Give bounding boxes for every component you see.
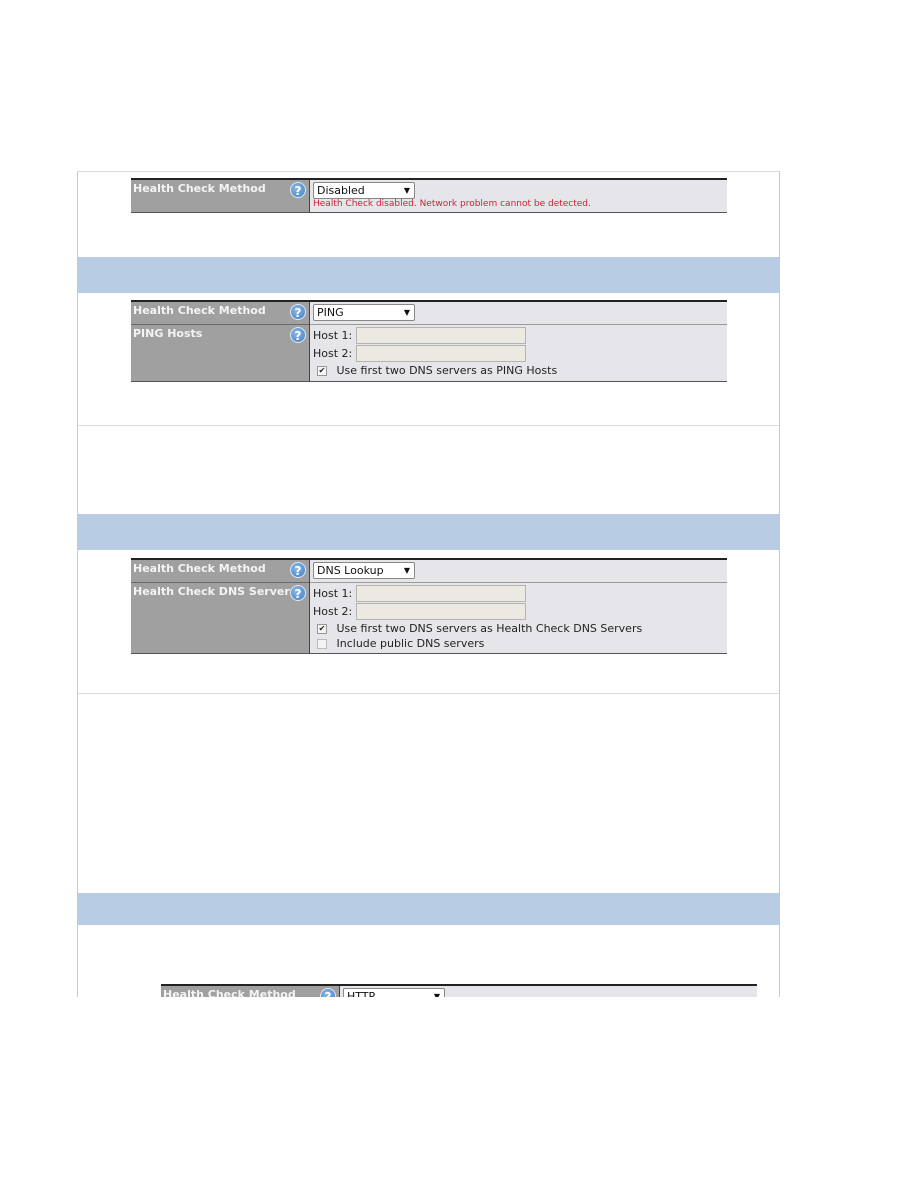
ping-hosts-label: PING Hosts: [133, 327, 203, 340]
health-check-method-label-cell: Health Check Method ?: [131, 559, 310, 583]
selected-option: PING: [317, 306, 344, 319]
selected-option: DNS Lookup: [317, 564, 384, 577]
health-check-method-select[interactable]: DNS Lookup ▼: [313, 562, 415, 579]
help-icon[interactable]: ?: [290, 182, 306, 198]
help-icon[interactable]: ?: [290, 585, 306, 601]
health-check-method-label-cell: Health Check Method ?: [131, 179, 310, 213]
use-dns-as-ping-hosts-checkbox[interactable]: ✔: [317, 366, 327, 376]
help-icon[interactable]: ?: [320, 988, 336, 997]
health-check-method-select[interactable]: Disabled ▼: [313, 182, 415, 199]
health-check-method-label: Health Check Method: [133, 562, 266, 575]
host1-input[interactable]: [355, 585, 526, 602]
use-dns-as-health-check-label: Use first two DNS servers as Health Chec…: [336, 622, 643, 635]
ping-hosts-label-cell: PING Hosts ?: [131, 324, 310, 382]
host2-input[interactable]: [355, 345, 526, 362]
section-separator-band: [78, 257, 779, 293]
host2-input[interactable]: [355, 603, 526, 620]
host1-input[interactable]: [355, 327, 526, 344]
health-check-dns-form: Health Check Method ? DNS Lookup ▼ Healt…: [131, 558, 727, 654]
health-check-method-value-cell: DNS Lookup ▼: [309, 559, 727, 583]
section-divider: [78, 425, 779, 426]
health-check-disabled-form: Health Check Method ? Disabled ▼ Health …: [131, 178, 727, 213]
use-dns-as-ping-hosts-row: ✔ Use first two DNS servers as PING Host…: [313, 363, 724, 378]
section-divider: [78, 693, 779, 694]
warning-message: Health Check disabled. Network problem c…: [313, 199, 591, 209]
host1-row: Host 1:: [313, 585, 724, 603]
host1-row: Host 1:: [313, 327, 724, 345]
dropdown-arrow-icon: ▼: [403, 186, 410, 195]
section-separator-band: [78, 893, 779, 925]
host2-row: Host 2:: [313, 345, 724, 363]
dns-servers-label: Health Check DNS Servers: [133, 585, 297, 598]
health-check-method-value-cell: PING ▼: [309, 301, 727, 325]
health-check-method-label-cell: Health Check Method ?: [131, 301, 310, 325]
host2-label: Host 2:: [313, 347, 353, 360]
selected-option: HTTP: [347, 990, 376, 997]
health-check-method-label: Health Check Method: [163, 988, 296, 997]
section-separator-band: [78, 514, 779, 550]
health-check-method-select[interactable]: HTTP ▼: [343, 988, 445, 997]
dns-servers-value-cell: Host 1: Host 2: ✔ Use first two DNS serv…: [309, 582, 727, 654]
ping-hosts-value-cell: Host 1: Host 2: ✔ Use first two DNS serv…: [309, 324, 727, 382]
use-dns-as-health-check-checkbox[interactable]: ✔: [317, 624, 327, 634]
include-public-dns-checkbox[interactable]: [317, 639, 327, 649]
use-dns-as-ping-hosts-label: Use first two DNS servers as PING Hosts: [336, 364, 558, 377]
host1-label: Host 1:: [313, 329, 353, 342]
dropdown-arrow-icon: ▼: [433, 992, 440, 997]
health-check-method-label: Health Check Method: [133, 304, 266, 317]
dropdown-arrow-icon: ▼: [403, 566, 410, 575]
health-check-method-select[interactable]: PING ▼: [313, 304, 415, 321]
help-icon[interactable]: ?: [290, 304, 306, 320]
health-check-method-value-cell: Disabled ▼ Health Check disabled. Networ…: [309, 179, 727, 213]
host2-label: Host 2:: [313, 605, 353, 618]
selected-option: Disabled: [317, 184, 365, 197]
dns-servers-label-cell: Health Check DNS Servers ?: [131, 582, 310, 654]
health-check-method-value-cell: HTTP ▼: [339, 985, 757, 997]
document-frame: Health Check Method ? Disabled ▼ Health …: [77, 171, 780, 997]
health-check-ping-form: Health Check Method ? PING ▼ PING Hosts …: [131, 300, 727, 382]
help-icon[interactable]: ?: [290, 562, 306, 578]
host1-label: Host 1:: [313, 587, 353, 600]
host2-row: Host 2:: [313, 603, 724, 621]
dropdown-arrow-icon: ▼: [403, 308, 410, 317]
health-check-http-form: Health Check Method ? HTTP ▼: [161, 984, 757, 997]
include-public-dns-label: Include public DNS servers: [336, 637, 485, 650]
health-check-method-label-cell: Health Check Method ?: [161, 985, 340, 997]
include-public-dns-row: Include public DNS servers: [313, 636, 724, 651]
health-check-method-label: Health Check Method: [133, 182, 266, 195]
help-icon[interactable]: ?: [290, 327, 306, 343]
use-dns-as-health-check-row: ✔ Use first two DNS servers as Health Ch…: [313, 621, 724, 636]
